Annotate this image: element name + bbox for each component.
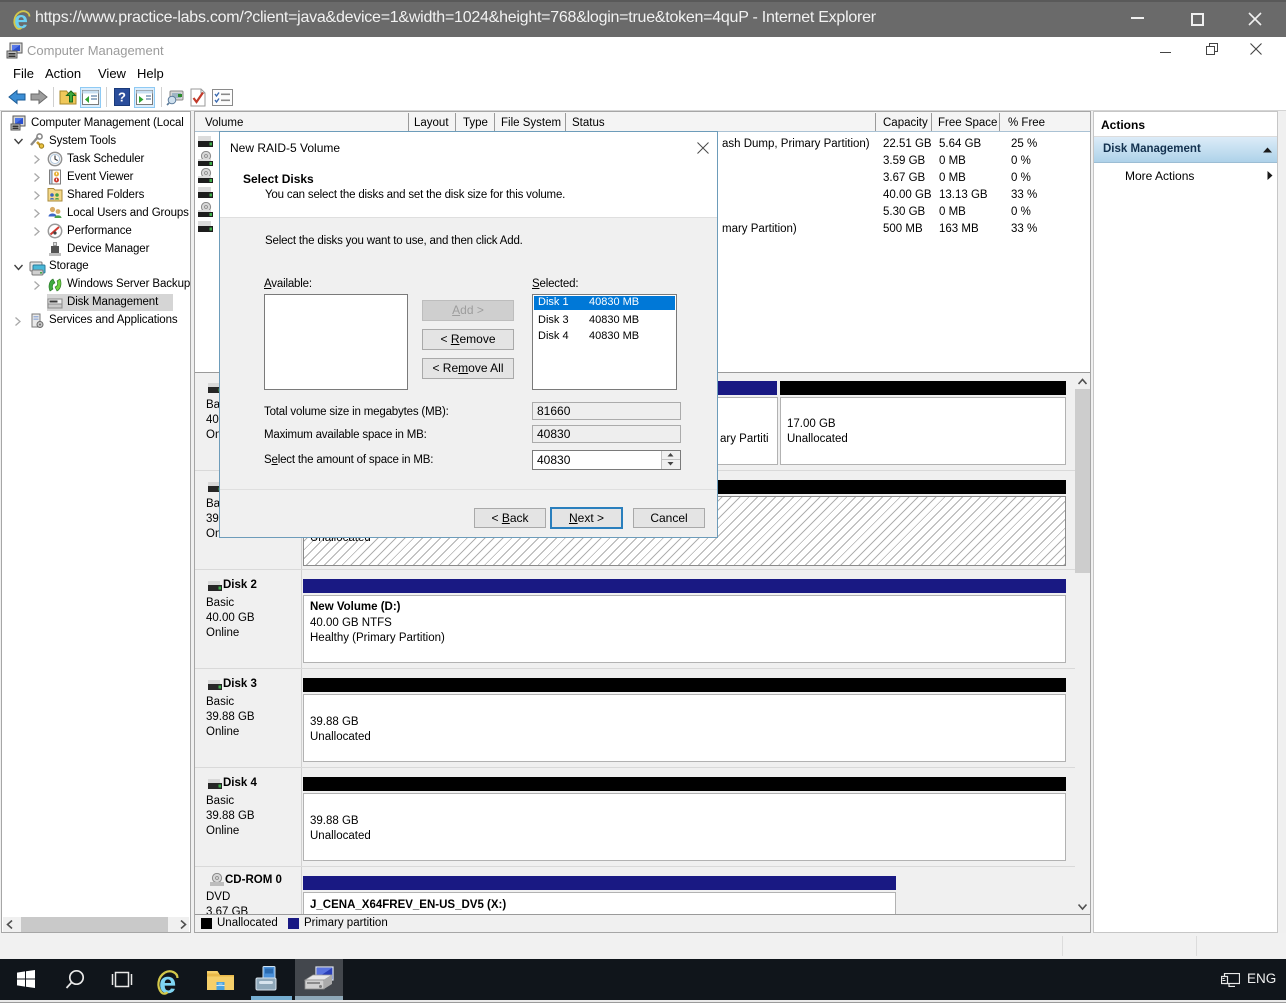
svg-text:?: ? — [118, 90, 126, 105]
svg-text:e: e — [159, 967, 176, 999]
